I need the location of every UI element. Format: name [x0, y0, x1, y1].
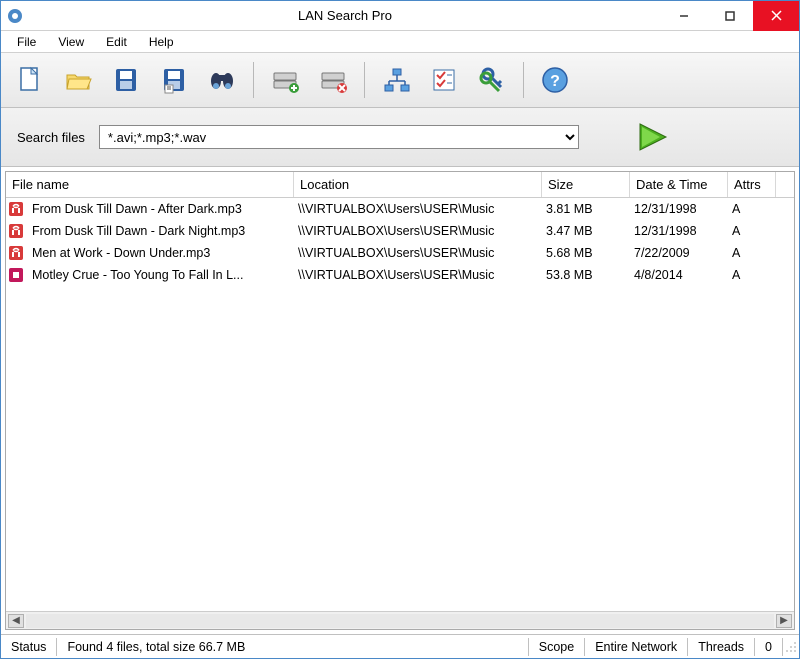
scroll-track[interactable]: [26, 614, 774, 628]
scope-label: Scope: [529, 638, 585, 656]
cell-filename: From Dusk Till Dawn - Dark Night.mp3: [28, 222, 294, 240]
network-button[interactable]: [375, 59, 417, 101]
new-file-button[interactable]: [9, 59, 51, 101]
results-list: File name Location Size Date & Time Attr…: [5, 171, 795, 630]
cell-attrs: A: [728, 200, 776, 218]
scroll-right-arrow[interactable]: ▶: [776, 614, 792, 628]
column-header-filename[interactable]: File name: [6, 172, 294, 197]
window-controls: [661, 1, 799, 31]
cell-date: 12/31/1998: [630, 200, 728, 218]
menu-file[interactable]: File: [7, 33, 46, 51]
svg-text:?: ?: [550, 73, 560, 90]
window-title: LAN Search Pro: [29, 8, 661, 23]
horizontal-scrollbar[interactable]: ◀ ▶: [6, 611, 794, 629]
cell-location: \\VIRTUALBOX\Users\USER\Music: [294, 244, 542, 262]
cell-date: 4/8/2014: [630, 266, 728, 284]
search-pattern-input[interactable]: *.avi;*.mp3;*.wav: [99, 125, 579, 149]
help-button[interactable]: ?: [534, 59, 576, 101]
results-rows: From Dusk Till Dawn - After Dark.mp3\\VI…: [6, 198, 794, 611]
audio-icon: [8, 223, 24, 239]
cell-date: 7/22/2009: [630, 244, 728, 262]
options-checklist-button[interactable]: [423, 59, 465, 101]
cell-size: 3.81 MB: [542, 200, 630, 218]
save-button[interactable]: [105, 59, 147, 101]
cell-size: 3.47 MB: [542, 222, 630, 240]
threads-label: Threads: [688, 638, 755, 656]
menu-bar: File View Edit Help: [1, 31, 799, 53]
app-icon: [7, 8, 23, 24]
cell-date: 12/31/1998: [630, 222, 728, 240]
save-batch-button[interactable]: [153, 59, 195, 101]
maximize-button[interactable]: [707, 1, 753, 31]
search-label: Search files: [17, 130, 85, 145]
title-bar: LAN Search Pro: [1, 1, 799, 31]
scroll-left-arrow[interactable]: ◀: [8, 614, 24, 628]
menu-view[interactable]: View: [48, 33, 94, 51]
cell-filename: From Dusk Till Dawn - After Dark.mp3: [28, 200, 294, 218]
open-folder-button[interactable]: [57, 59, 99, 101]
resize-grip-icon[interactable]: [783, 639, 799, 655]
search-panel: Search files *.avi;*.mp3;*.wav: [1, 108, 799, 167]
table-row[interactable]: Men at Work - Down Under.mp3\\VIRTUALBOX…: [6, 242, 794, 264]
cell-size: 53.8 MB: [542, 266, 630, 284]
threads-value: 0: [755, 638, 783, 656]
audio-icon: [8, 245, 24, 261]
toolbar: ?: [1, 53, 799, 108]
menu-edit[interactable]: Edit: [96, 33, 137, 51]
toolbar-separator: [253, 62, 254, 98]
status-bar: Status Found 4 files, total size 66.7 MB…: [1, 634, 799, 658]
cell-location: \\VIRTUALBOX\Users\USER\Music: [294, 200, 542, 218]
cell-filename: Motley Crue - Too Young To Fall In L...: [28, 266, 294, 284]
toolbar-separator: [523, 62, 524, 98]
drive-remove-button[interactable]: [312, 59, 354, 101]
minimize-button[interactable]: [661, 1, 707, 31]
column-headers: File name Location Size Date & Time Attr…: [6, 172, 794, 198]
app-window: LAN Search Pro File View Edit Help ? Sea…: [0, 0, 800, 659]
close-button[interactable]: [753, 1, 799, 31]
start-search-button[interactable]: [633, 120, 673, 154]
search-binoculars-button[interactable]: [201, 59, 243, 101]
column-header-location[interactable]: Location: [294, 172, 542, 197]
cell-location: \\VIRTUALBOX\Users\USER\Music: [294, 222, 542, 240]
cell-attrs: A: [728, 266, 776, 284]
toolbar-separator: [364, 62, 365, 98]
status-label: Status: [1, 638, 57, 656]
column-header-attrs[interactable]: Attrs: [728, 172, 776, 197]
drive-add-button[interactable]: [264, 59, 306, 101]
cell-location: \\VIRTUALBOX\Users\USER\Music: [294, 266, 542, 284]
cell-filename: Men at Work - Down Under.mp3: [28, 244, 294, 262]
column-header-date[interactable]: Date & Time: [630, 172, 728, 197]
credentials-keys-button[interactable]: [471, 59, 513, 101]
menu-help[interactable]: Help: [139, 33, 184, 51]
table-row[interactable]: From Dusk Till Dawn - After Dark.mp3\\VI…: [6, 198, 794, 220]
cell-attrs: A: [728, 222, 776, 240]
scope-value: Entire Network: [585, 638, 688, 656]
cell-size: 5.68 MB: [542, 244, 630, 262]
table-row[interactable]: Motley Crue - Too Young To Fall In L...\…: [6, 264, 794, 286]
cell-attrs: A: [728, 244, 776, 262]
status-message: Found 4 files, total size 66.7 MB: [57, 638, 528, 656]
table-row[interactable]: From Dusk Till Dawn - Dark Night.mp3\\VI…: [6, 220, 794, 242]
video-icon: [8, 267, 24, 283]
column-header-size[interactable]: Size: [542, 172, 630, 197]
audio-icon: [8, 201, 24, 217]
